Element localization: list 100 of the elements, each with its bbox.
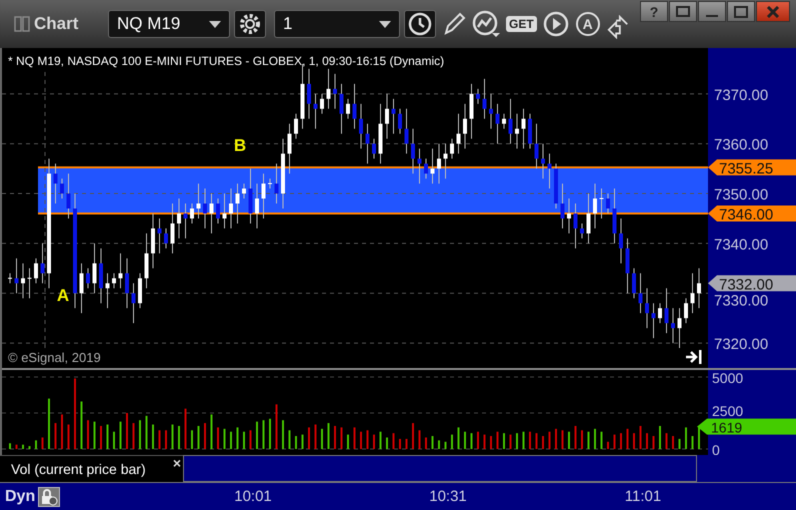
candlestick — [398, 108, 402, 134]
chart-annotation: A — [56, 286, 70, 305]
candlestick — [66, 173, 70, 219]
candlestick — [80, 262, 84, 314]
lock-icon[interactable] — [38, 486, 60, 506]
price-axis-label: 7320.00 — [714, 336, 768, 354]
candlestick — [132, 282, 136, 324]
candlestick — [340, 83, 344, 134]
minimize-button[interactable] — [698, 1, 726, 22]
candlestick — [645, 288, 649, 329]
time-axis-label: 10:31 — [429, 488, 467, 505]
candlestick — [346, 98, 350, 120]
play-icon[interactable] — [542, 11, 569, 37]
price-axis-label: 7340.00 — [714, 236, 768, 254]
candlestick — [288, 123, 292, 174]
annotate-button[interactable]: A — [576, 12, 600, 36]
candlestick — [496, 103, 500, 144]
swap-arrows-icon[interactable] — [606, 15, 630, 39]
candlestick — [437, 143, 441, 184]
candlestick — [14, 258, 18, 294]
candlestick — [307, 68, 311, 120]
candlestick — [450, 138, 454, 160]
candlestick — [534, 123, 538, 170]
copyright: © eSignal, 2019 — [8, 350, 101, 365]
candlestick — [125, 258, 129, 309]
candlestick — [482, 78, 486, 120]
caret-icon — [209, 20, 221, 28]
candlestick — [632, 268, 636, 299]
panes-icon — [14, 16, 30, 32]
candlestick — [320, 93, 324, 114]
candlestick — [262, 173, 266, 219]
candlestick — [515, 113, 519, 150]
help-button[interactable]: ? — [640, 1, 668, 22]
candlestick — [476, 88, 480, 104]
mode-label: Dyn — [5, 488, 36, 506]
get-button[interactable]: GET — [506, 16, 537, 32]
candlestick — [404, 108, 408, 154]
candlestick — [229, 188, 233, 229]
candlestick — [196, 183, 200, 219]
candlestick — [255, 183, 259, 229]
clock-button[interactable] — [404, 10, 436, 38]
candlestick — [411, 128, 415, 174]
settings-button[interactable] — [234, 10, 266, 38]
candlestick — [372, 138, 376, 160]
candlestick — [560, 183, 564, 229]
close-study-button[interactable]: × — [170, 456, 183, 470]
clock-icon — [407, 11, 433, 37]
volume-axis-label: 0 — [712, 442, 720, 455]
candlestick — [684, 298, 688, 324]
candlestick — [314, 93, 318, 130]
candlestick — [385, 93, 389, 140]
dock-button[interactable] — [669, 1, 697, 22]
candlestick — [430, 148, 434, 184]
candlestick — [586, 193, 590, 244]
candlestick — [274, 163, 278, 204]
maximize-button[interactable] — [727, 1, 755, 22]
candlestick — [671, 308, 675, 344]
candlestick — [28, 268, 32, 299]
candlestick — [463, 103, 467, 150]
price-axis-label: 7350.00 — [714, 186, 768, 204]
candlestick — [567, 198, 571, 234]
candlestick — [508, 98, 512, 144]
price-axis-label: 7360.00 — [714, 136, 768, 154]
candlestick — [664, 288, 668, 334]
candlestick — [456, 113, 460, 154]
candlestick — [424, 158, 428, 180]
candlestick — [326, 68, 330, 110]
candlestick — [352, 83, 356, 130]
candlestick — [548, 153, 552, 190]
candlestick — [184, 203, 188, 239]
candlestick — [697, 268, 701, 309]
candlestick — [190, 203, 194, 224]
candlestick — [638, 272, 642, 314]
symbol-dropdown[interactable]: NQ M19 — [108, 10, 230, 38]
candlestick — [333, 73, 337, 110]
close-button[interactable] — [756, 1, 790, 22]
time-axis-label: 11:01 — [624, 488, 662, 505]
volume-marker: 1619 — [697, 418, 796, 436]
candlestick — [60, 178, 64, 200]
candlestick — [54, 163, 58, 204]
candlestick — [541, 143, 545, 180]
price-axis-label: 7330.00 — [714, 292, 768, 310]
candlestick — [242, 183, 246, 200]
close-icon — [766, 6, 780, 18]
interval-dropdown[interactable]: 1 — [274, 10, 400, 38]
candlestick — [690, 272, 694, 314]
pencil-icon[interactable] — [442, 11, 466, 37]
candlestick — [522, 108, 526, 150]
candlestick — [658, 302, 662, 324]
candlestick — [164, 228, 168, 249]
candlestick — [489, 93, 493, 130]
chart-header: * NQ M19, NASDAQ 100 E-MINI FUTURES - GLOBEX, 1, 09:30-16:15 (Dynamic) — [8, 54, 444, 68]
price-axis-label: 7370.00 — [714, 86, 768, 104]
candlestick — [106, 272, 110, 309]
candlestick — [580, 222, 584, 239]
candlestick — [222, 193, 226, 229]
gear-icon — [237, 11, 263, 37]
candlestick — [294, 113, 298, 140]
candlestick — [210, 193, 214, 234]
scroll-to-end-icon[interactable] — [684, 350, 702, 364]
